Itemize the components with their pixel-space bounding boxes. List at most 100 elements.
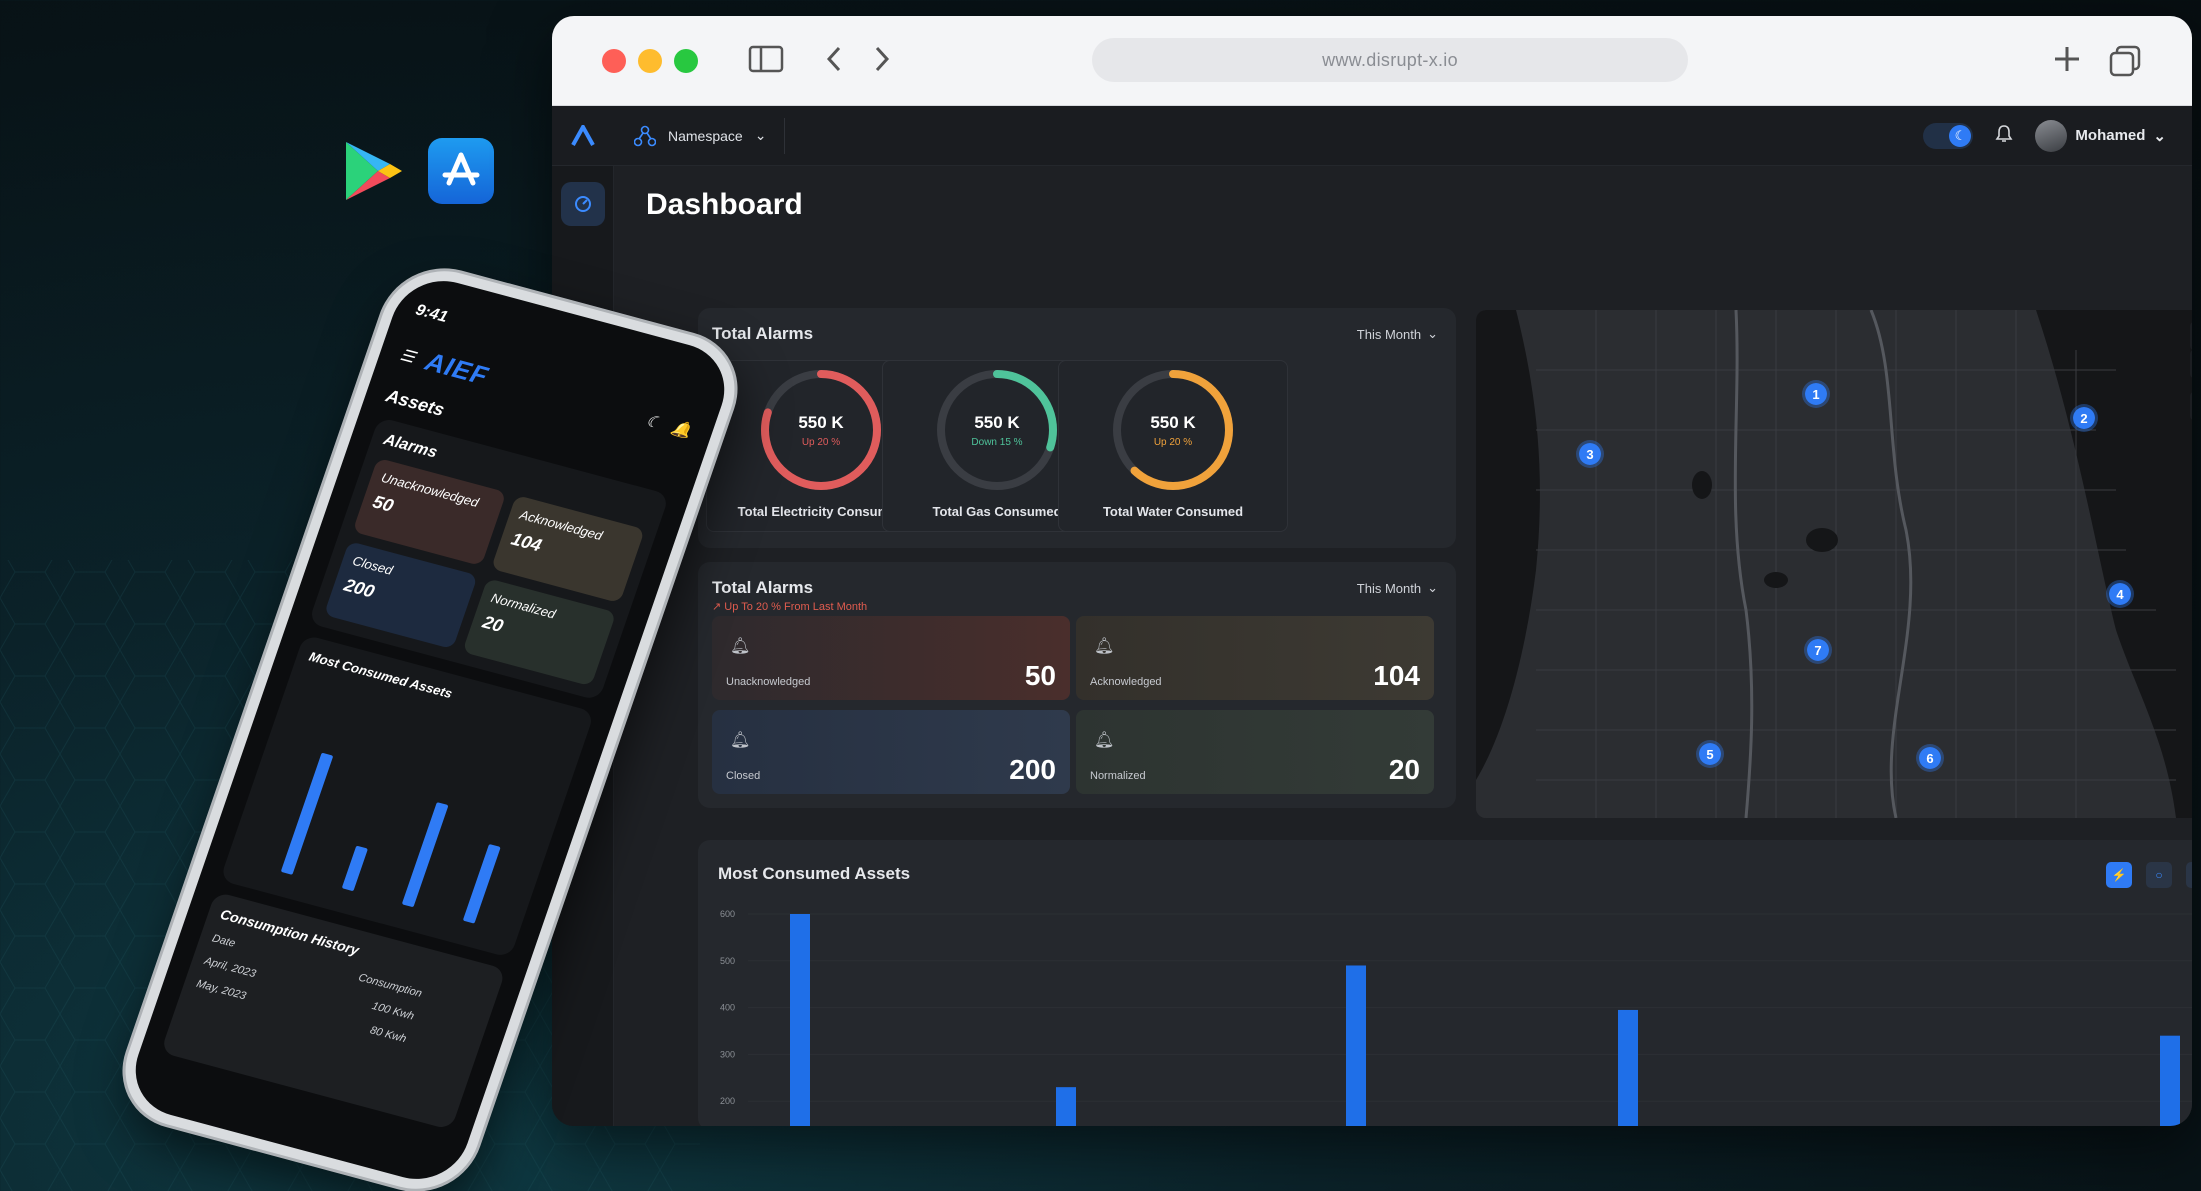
gauge-label: Total Water Consumed [1102,504,1244,519]
chevron-down-icon: ⌄ [754,127,767,143]
alarms-card: Total Alarms ↗ Up To 20 % From Last Mont… [698,562,1456,808]
alarm-tile-value: 200 [1009,754,1056,785]
y-tick-label: 600 [720,909,735,919]
namespace-dropdown[interactable]: Namespace ⌄ [634,117,786,154]
phone-bell-icon[interactable]: 🔔 [669,417,695,441]
theme-toggle[interactable]: ☾ [1923,122,1974,149]
notification-bell-icon[interactable] [1995,124,2013,148]
y-tick-label: 300 [720,1049,735,1059]
alarms-card-title: Total Alarms [712,578,814,597]
hamburger-icon[interactable]: ☰ [398,345,418,368]
history-consumption: 100 Kwh [370,1000,416,1023]
history-header-consumption: Consumption [356,971,424,1000]
alarm-tile-label: Closed [726,770,761,782]
maximize-window-button[interactable] [674,48,698,73]
chevron-down-icon: ⌄ [2153,127,2166,145]
app: Namespace ⌄ ☾ Mohamed ⌄ Dashboard Total … [552,106,2192,1126]
browser-window: www.disrupt-x.io Namespace ⌄ ☾ Mohamed ⌄… [552,16,2192,1126]
chevron-down-icon: ⌄ [1427,326,1438,341]
moon-icon: ☾ [1949,124,1972,147]
store-icons [340,138,494,204]
minimize-window-button[interactable] [638,48,662,73]
map-pin[interactable]: 3 [1576,440,1604,468]
app-store-icon[interactable] [428,138,494,204]
y-tick-label: 200 [720,1096,735,1106]
avatar [2035,119,2068,152]
window-controls [602,48,698,73]
page-title: Dashboard [646,188,803,221]
alarm-tile[interactable]: 🔔︎ Acknowledged 104 [1076,616,1434,700]
alarm-tile[interactable]: 🔔︎ Closed 200 [712,710,1070,794]
zoom-out-button[interactable]: − [2190,350,2192,378]
alarm-tile-value: 20 [1388,754,1420,785]
user-name: Mohamed [2075,127,2146,144]
phone-frame: 9:41 ☰ AIEF ☾ 🔔 Assets Alarms Unacknowle… [109,257,751,1191]
bar[interactable] [1346,965,1366,1126]
alarm-tile[interactable]: 🔔︎ Normalized 20 [1076,710,1434,794]
alarm-tile-value: 50 [1024,660,1056,691]
user-menu[interactable]: Mohamed ⌄ [2035,119,2166,152]
y-tick-label: 400 [720,1003,735,1013]
google-play-icon[interactable] [340,138,406,204]
alarms-trend: ↗ Up To 20 % From Last Month [712,601,868,613]
main-content: Dashboard Total Alarms This Month ⌄ 550 K… [614,166,2192,1126]
gauge-value: 550 K [1150,413,1196,432]
history-date: April, 2023 [202,955,258,981]
url-bar[interactable]: www.disrupt-x.io [1092,38,1688,82]
alarm-bell-icon: 🔔︎ [730,732,751,749]
map-streets [1476,310,2192,818]
alarm-tile-label: Unacknowledged [726,676,811,688]
alarm-tile-label: Normalized [1090,770,1146,782]
sidebar-toggle-icon[interactable] [748,44,784,82]
app-topbar: Namespace ⌄ ☾ Mohamed ⌄ [552,106,2192,166]
alarm-tile[interactable]: 🔔︎ Unacknowledged 50 [712,616,1070,700]
map-pin[interactable]: 2 [2070,404,2098,432]
close-window-button[interactable] [602,48,626,73]
alarm-tile-label: Acknowledged [1090,676,1162,688]
consumption-card-title: Total Alarms [712,324,814,343]
period-dropdown[interactable]: This Month ⌄ [1357,580,1438,596]
period-dropdown[interactable]: This Month ⌄ [1357,326,1438,342]
most-consumed-assets-card: Most Consumed Assets ⚡ ○ ● 6005004003002… [698,840,2192,1126]
phone-bar [280,752,334,875]
bar-chart: 600500400300200100 [720,909,2192,1126]
chevron-down-icon: ⌄ [1427,580,1438,595]
consumption-card: Total Alarms This Month ⌄ 550 K Up 20 % Tot… [698,308,1456,548]
zoom-in-button[interactable]: + [2190,322,2192,350]
history-header-date: Date [210,932,237,950]
alarm-bell-icon: 🔔︎ [1094,638,1115,655]
fullscreen-icon[interactable]: ⤢ [2190,392,2192,420]
new-tab-icon[interactable] [2052,44,2082,82]
phone-bar [462,843,501,924]
map-pin[interactable]: 6 [1916,744,1944,772]
back-icon[interactable] [824,44,844,82]
period-label: This Month [1356,580,1422,596]
forward-icon[interactable] [872,44,892,82]
history-date: May, 2023 [194,977,248,1003]
map-pin[interactable]: 7 [1804,636,1832,664]
browser-toolbar: www.disrupt-x.io [552,16,2192,106]
map-pin[interactable]: 5 [1696,740,1724,768]
alarm-tile-value: 104 [1373,660,1420,691]
map-pin[interactable]: 4 [2106,580,2134,608]
alarm-bell-icon: 🔔︎ [1094,732,1115,749]
namespace-label: Namespace [668,127,743,144]
period-label: This Month [1356,326,1422,342]
sidebar-item-dashboard[interactable] [560,182,605,226]
tabs-overview-icon[interactable] [2108,44,2142,86]
y-tick-label: 500 [720,956,735,966]
dashboard-icon [574,196,591,212]
history-consumption: 80 Kwh [368,1024,408,1046]
alarms-trend-text: Up To 20 % From Last Month [724,601,868,613]
bar[interactable] [790,914,810,1126]
phone-mockup: 9:41 ☰ AIEF ☾ 🔔 Assets Alarms Unacknowle… [40,240,751,1191]
alarm-bell-icon: 🔔︎ [730,638,751,655]
map[interactable]: 1 2 3 4 5 6 7 + − ⤢ [1476,310,2192,818]
gauge-change: Up 20 % [1153,437,1193,448]
bar[interactable] [1056,1087,1076,1126]
bar[interactable] [2160,1035,2180,1126]
map-pin[interactable]: 1 [1802,380,1830,408]
app-logo-icon[interactable] [552,124,614,147]
phone-theme-toggle-icon[interactable]: ☾ [643,410,663,433]
bar[interactable] [1618,1009,1638,1126]
